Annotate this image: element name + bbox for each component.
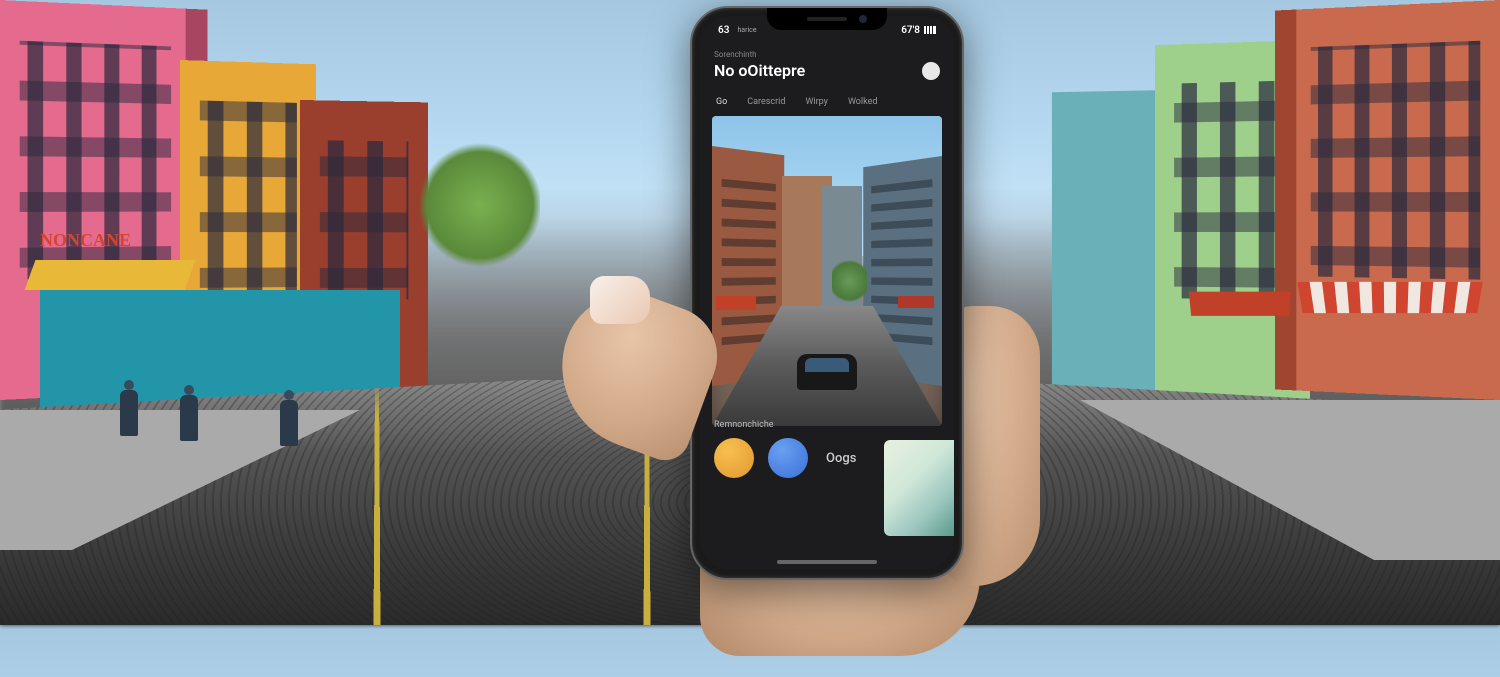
- page-title: No oOittepre: [714, 61, 805, 80]
- map-thumbnail[interactable]: [884, 440, 954, 536]
- control-button-blue[interactable]: [768, 438, 808, 478]
- tree: [420, 140, 540, 270]
- phone-screen: 63 harice 67'8 Sorenchinth No oOittepre …: [700, 16, 954, 570]
- tab-go[interactable]: Go: [710, 94, 733, 110]
- car-in-view: [797, 354, 857, 390]
- status-time: 63: [718, 25, 729, 36]
- profile-avatar[interactable]: [922, 62, 940, 80]
- shop-sign-left: NONCANE: [40, 230, 131, 251]
- phone-notch: [767, 8, 887, 30]
- tab-wolked[interactable]: Wolked: [842, 94, 884, 110]
- camera-viewfinder[interactable]: [712, 116, 942, 426]
- volume-up-button[interactable]: [690, 118, 692, 158]
- tab-carescrid[interactable]: Carescrid: [741, 94, 791, 110]
- signal-icon: [924, 26, 936, 34]
- pedestrian: [180, 395, 198, 441]
- app-header: Sorenchinth No oOittepre: [700, 44, 954, 82]
- hand-holding-phone: 63 harice 67'8 Sorenchinth No oOittepre …: [640, 6, 1000, 626]
- volume-down-button[interactable]: [690, 168, 692, 198]
- status-label-left: harice: [737, 26, 756, 34]
- footer-label: Remnonchiche: [714, 420, 940, 430]
- buildings-right: [1000, 0, 1500, 440]
- pedestrian: [120, 390, 138, 436]
- pedestrian: [280, 400, 298, 446]
- status-label-right: 67'8: [901, 25, 920, 36]
- control-label[interactable]: Oogs: [826, 451, 856, 466]
- control-button-orange[interactable]: [714, 438, 754, 478]
- header-subtitle: Sorenchinth: [714, 50, 940, 59]
- bottom-controls: Remnonchiche Oogs: [700, 414, 954, 570]
- tab-wirpy[interactable]: Wirpy: [799, 94, 834, 110]
- smartphone-device: 63 harice 67'8 Sorenchinth No oOittepre …: [690, 6, 964, 580]
- category-tabs: Go Carescrid Wirpy Wolked: [700, 90, 954, 116]
- home-indicator[interactable]: [777, 560, 877, 564]
